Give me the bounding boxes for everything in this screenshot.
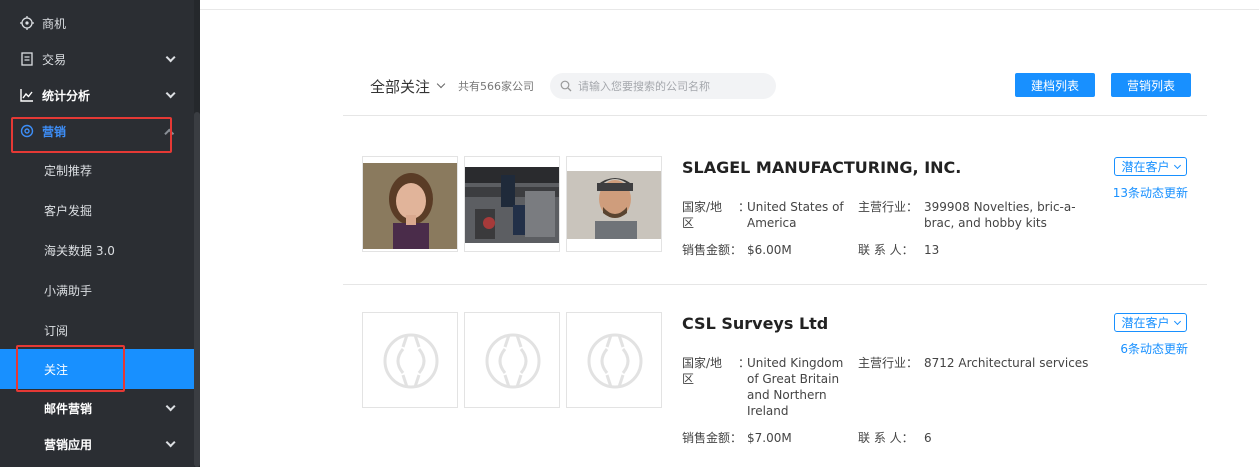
country-value: United States of America [747, 200, 844, 230]
status-dropdown[interactable]: 潜在客户 [1114, 313, 1187, 332]
chart-line-icon [20, 88, 34, 102]
sidebar-subitem-assistant[interactable]: 小满助手 [0, 270, 194, 310]
country-label: 国家/地区 [682, 200, 723, 230]
sidebar-item-label: 营销 [42, 124, 67, 139]
sidebar: 商机 交易 统计分析 营销 定制推荐 客户发掘 海关数据 3.0 小满助手 订阅… [0, 0, 200, 467]
chevron-up-icon[interactable] [160, 124, 176, 139]
sidebar-subitem-custom-recommend[interactable]: 定制推荐 [0, 150, 194, 190]
sidebar-subitem-customer-discovery[interactable]: 客户发掘 [0, 190, 194, 230]
chevron-down-icon [1173, 317, 1181, 325]
contact-photo[interactable] [464, 156, 560, 252]
chevron-down-icon[interactable] [160, 401, 176, 415]
company-name[interactable]: CSL Surveys Ltd [682, 314, 828, 333]
contacts-value: 13 [924, 243, 940, 257]
placeholder-logo[interactable] [566, 312, 662, 408]
marketing-list-button[interactable]: 营销列表 [1111, 73, 1191, 97]
target-icon [20, 16, 34, 30]
sidebar-subitem-marketing-apps[interactable]: 营销应用 [0, 424, 194, 464]
divider [343, 284, 1207, 285]
document-icon [20, 52, 34, 66]
sales-value: $6.00M [747, 243, 792, 257]
industry-value: 8712 Architectural services [924, 356, 1089, 370]
updates-link[interactable]: 13条动态更新 [1100, 184, 1188, 201]
contacts-label: 联 系 人： [858, 243, 914, 257]
chevron-down-icon[interactable] [160, 437, 176, 451]
search-box[interactable] [550, 73, 777, 99]
chevron-down-icon[interactable] [160, 88, 176, 102]
industry-label: 主营行业： [858, 200, 919, 214]
sidebar-item-opportunities[interactable]: 商机 [0, 5, 194, 41]
sidebar-subitem-email-marketing[interactable]: 邮件营销 [0, 388, 194, 428]
sales-label: 销售金额： [682, 243, 743, 257]
updates-link[interactable]: 6条动态更新 [1100, 340, 1188, 357]
search-icon [560, 77, 572, 96]
placeholder-logo[interactable] [362, 312, 458, 408]
chevron-down-icon[interactable] [160, 52, 176, 66]
search-input[interactable] [578, 79, 769, 93]
sidebar-scrollbar[interactable] [194, 112, 200, 467]
filter-dropdown[interactable]: 全部关注 [370, 76, 446, 97]
contact-photo[interactable] [566, 156, 662, 252]
contacts-value: 6 [924, 431, 932, 445]
placeholder-logo[interactable] [464, 312, 560, 408]
sidebar-item-label: 交易 [42, 52, 67, 67]
country-label: 国家/地区 [682, 356, 723, 386]
company-name[interactable]: SLAGEL MANUFACTURING, INC. [682, 158, 961, 177]
company-count: 共有566家公司 [458, 80, 535, 93]
divider [343, 115, 1207, 116]
list-toolbar: 全部关注 共有566家公司 [370, 72, 777, 100]
country-value: United Kingdom of Great Britain and Nort… [747, 356, 844, 418]
sidebar-item-analytics[interactable]: 统计分析 [0, 77, 194, 113]
contacts-label: 联 系 人： [858, 431, 914, 445]
sidebar-subitem-follow[interactable]: 关注 [0, 349, 194, 389]
sales-label: 销售金额： [682, 431, 743, 445]
sidebar-subitem-subscriptions[interactable]: 订阅 [0, 310, 194, 350]
chevron-down-icon [436, 79, 446, 89]
sales-value: $7.00M [747, 431, 792, 445]
sidebar-item-label: 商机 [42, 16, 67, 31]
sidebar-item-label: 统计分析 [42, 88, 91, 103]
header-divider [200, 9, 1259, 10]
contact-photo[interactable] [362, 156, 458, 252]
industry-label: 主营行业： [858, 356, 919, 370]
industry-value: 399908 Novelties, bric-a-brac, and hobby… [924, 200, 1076, 230]
status-dropdown[interactable]: 潜在客户 [1114, 157, 1187, 176]
archive-list-button[interactable]: 建档列表 [1015, 73, 1095, 97]
sidebar-item-marketing[interactable]: 营销 [0, 113, 194, 149]
circle-target-icon [20, 124, 34, 138]
app-root: 商机 交易 统计分析 营销 定制推荐 客户发掘 海关数据 3.0 小满助手 订阅… [0, 0, 1259, 467]
sidebar-subitem-customs-data[interactable]: 海关数据 3.0 [0, 230, 194, 270]
sidebar-item-deals[interactable]: 交易 [0, 41, 194, 77]
chevron-down-icon [1173, 161, 1181, 169]
